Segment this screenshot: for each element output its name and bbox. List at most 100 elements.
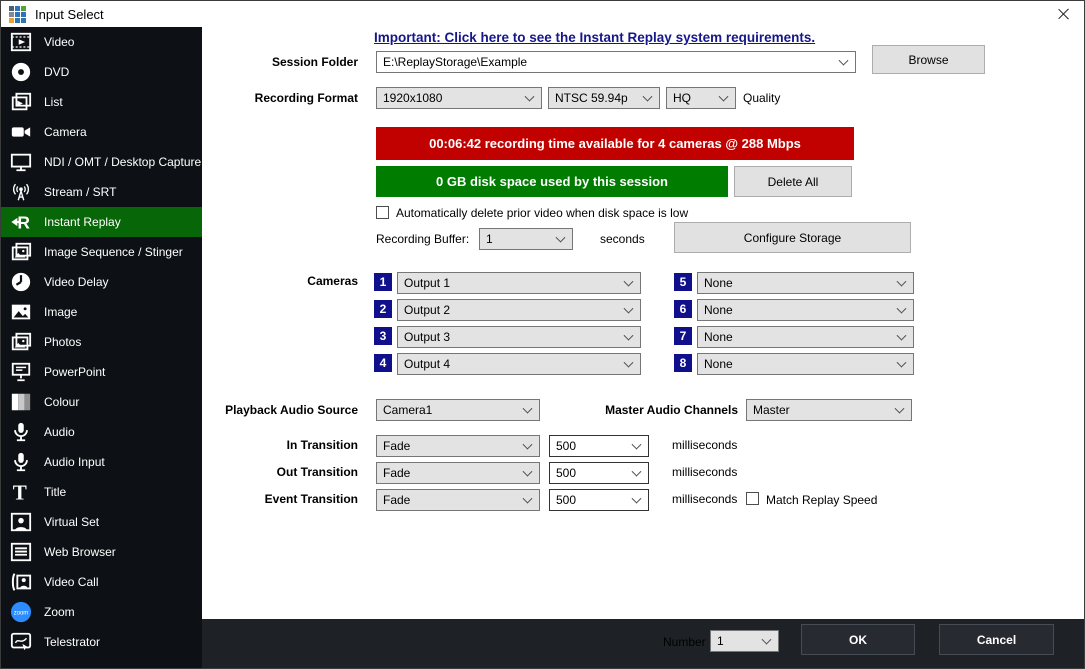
sidebar-item-instant-replay[interactable]: RInstant Replay	[1, 207, 202, 237]
camera-6-select[interactable]: None	[697, 299, 914, 321]
camera-3-select[interactable]: Output 3	[397, 326, 641, 348]
recording-time-banner: 00:06:42 recording time available for 4 …	[376, 127, 854, 160]
browse-button[interactable]: Browse	[872, 45, 985, 74]
sidebar-item-list[interactable]: List	[1, 87, 202, 117]
event-transition-units-label: milliseconds	[672, 492, 737, 506]
svg-text:T: T	[13, 481, 27, 503]
in-transition-units-label: milliseconds	[672, 438, 737, 452]
camera-slot-number: 8	[674, 354, 692, 372]
auto-delete-label: Automatically delete prior video when di…	[396, 206, 688, 220]
sidebar-item-telestrator[interactable]: Telestrator	[1, 627, 202, 657]
camera-slot-number: 1	[374, 273, 392, 291]
configure-storage-button[interactable]: Configure Storage	[674, 222, 911, 253]
instant-replay-settings-panel	[202, 27, 1085, 619]
sidebar-item-audio-input[interactable]: Audio Input	[1, 447, 202, 477]
in-transition-effect-select[interactable]: Fade	[376, 435, 540, 457]
sidebar-item-image[interactable]: Image	[1, 297, 202, 327]
camera-slot-number: 2	[374, 300, 392, 318]
sidebar-item-colour[interactable]: Colour	[1, 387, 202, 417]
sidebar-item-photos[interactable]: Photos	[1, 327, 202, 357]
out-transition-label: Out Transition	[241, 465, 358, 479]
replay-icon: R	[10, 211, 34, 233]
image-icon	[10, 301, 34, 323]
monitor-icon	[10, 151, 34, 173]
sidebar-item-virtual-set[interactable]: Virtual Set	[1, 507, 202, 537]
virtual-set-icon	[10, 511, 34, 533]
sidebar-item-audio[interactable]: Audio	[1, 417, 202, 447]
colour-swatch-icon	[10, 391, 34, 413]
playback-audio-source-select[interactable]: Camera1	[376, 399, 540, 421]
input-type-sidebar: Video DVD List Camera NDI / OMT / Deskto…	[1, 27, 202, 669]
out-transition-duration-select[interactable]: 500	[549, 462, 649, 484]
svg-text:zoom: zoom	[14, 610, 29, 616]
sidebar-item-dvd[interactable]: DVD	[1, 57, 202, 87]
camera-5-select[interactable]: None	[697, 272, 914, 294]
event-transition-effect-select[interactable]: Fade	[376, 489, 540, 511]
event-transition-label: Event Transition	[241, 492, 358, 506]
number-select[interactable]: 1	[710, 630, 779, 652]
sidebar-item-title[interactable]: TTitle	[1, 477, 202, 507]
quality-label: Quality	[743, 91, 780, 105]
recording-buffer-select[interactable]: 1	[479, 228, 573, 250]
close-icon[interactable]	[1056, 7, 1070, 21]
camera-slot-number: 7	[674, 327, 692, 345]
recording-format-label: Recording Format	[191, 91, 358, 105]
zoom-icon: zoom	[10, 601, 34, 623]
list-icon	[10, 91, 34, 113]
delete-all-button[interactable]: Delete All	[734, 166, 852, 197]
window-title: Input Select	[35, 7, 104, 22]
telestrator-icon	[10, 631, 34, 653]
camera-2-select[interactable]: Output 2	[397, 299, 641, 321]
in-transition-duration-select[interactable]: 500	[549, 435, 649, 457]
recording-buffer-units-label: seconds	[600, 232, 645, 246]
master-audio-channels-label: Master Audio Channels	[581, 403, 738, 417]
antenna-icon	[10, 181, 34, 203]
session-folder-select[interactable]: E:\ReplayStorage\Example	[376, 51, 856, 73]
out-transition-effect-select[interactable]: Fade	[376, 462, 540, 484]
dvd-icon	[10, 61, 34, 83]
sidebar-item-zoom[interactable]: zoomZoom	[1, 597, 202, 627]
photo-stack-icon	[10, 241, 34, 263]
browser-icon	[10, 541, 34, 563]
photos-icon	[10, 331, 34, 353]
system-requirements-link[interactable]: Important: Click here to see the Instant…	[374, 30, 815, 45]
video-icon	[10, 31, 34, 53]
sidebar-item-video-call[interactable]: Video Call	[1, 567, 202, 597]
cameras-label: Cameras	[251, 274, 358, 288]
cancel-button[interactable]: Cancel	[939, 624, 1054, 655]
sidebar-item-camera[interactable]: Camera	[1, 117, 202, 147]
camera-7-select[interactable]: None	[697, 326, 914, 348]
camera-slot-number: 5	[674, 273, 692, 291]
match-replay-speed-checkbox[interactable]	[746, 492, 759, 505]
disk-space-banner: 0 GB disk space used by this session	[376, 166, 728, 197]
out-transition-units-label: milliseconds	[672, 465, 737, 479]
camera-icon	[10, 121, 34, 143]
sidebar-item-powerpoint[interactable]: PowerPoint	[1, 357, 202, 387]
camera-8-select[interactable]: None	[697, 353, 914, 375]
event-transition-duration-select[interactable]: 500	[549, 489, 649, 511]
match-replay-speed-label: Match Replay Speed	[766, 493, 877, 507]
number-label: Number	[663, 635, 706, 649]
input-select-dialog: Input Select Video DVD List Camera NDI /…	[0, 0, 1085, 669]
sidebar-item-image-sequence-stinger[interactable]: Image Sequence / Stinger	[1, 237, 202, 267]
sidebar-item-stream-srt[interactable]: Stream / SRT	[1, 177, 202, 207]
auto-delete-checkbox[interactable]	[376, 206, 389, 219]
quality-select[interactable]: HQ	[666, 87, 736, 109]
ok-button[interactable]: OK	[801, 624, 915, 655]
sidebar-item-video[interactable]: Video	[1, 27, 202, 57]
sidebar-item-ndi-omt-desktop-capture[interactable]: NDI / OMT / Desktop Capture	[1, 147, 202, 177]
in-transition-label: In Transition	[241, 438, 358, 452]
session-folder-label: Session Folder	[221, 55, 358, 69]
title-bar: Input Select	[1, 1, 1084, 27]
recording-buffer-label: Recording Buffer:	[376, 232, 469, 246]
camera-4-select[interactable]: Output 4	[397, 353, 641, 375]
resolution-select[interactable]: 1920x1080	[376, 87, 542, 109]
vmix-grid-icon	[9, 6, 26, 23]
sidebar-item-web-browser[interactable]: Web Browser	[1, 537, 202, 567]
video-call-icon	[10, 571, 34, 593]
camera-1-select[interactable]: Output 1	[397, 272, 641, 294]
master-audio-channels-select[interactable]: Master	[746, 399, 912, 421]
sidebar-item-video-delay[interactable]: Video Delay	[1, 267, 202, 297]
frame-rate-select[interactable]: NTSC 59.94p	[548, 87, 660, 109]
playback-audio-source-label: Playback Audio Source	[201, 403, 358, 417]
